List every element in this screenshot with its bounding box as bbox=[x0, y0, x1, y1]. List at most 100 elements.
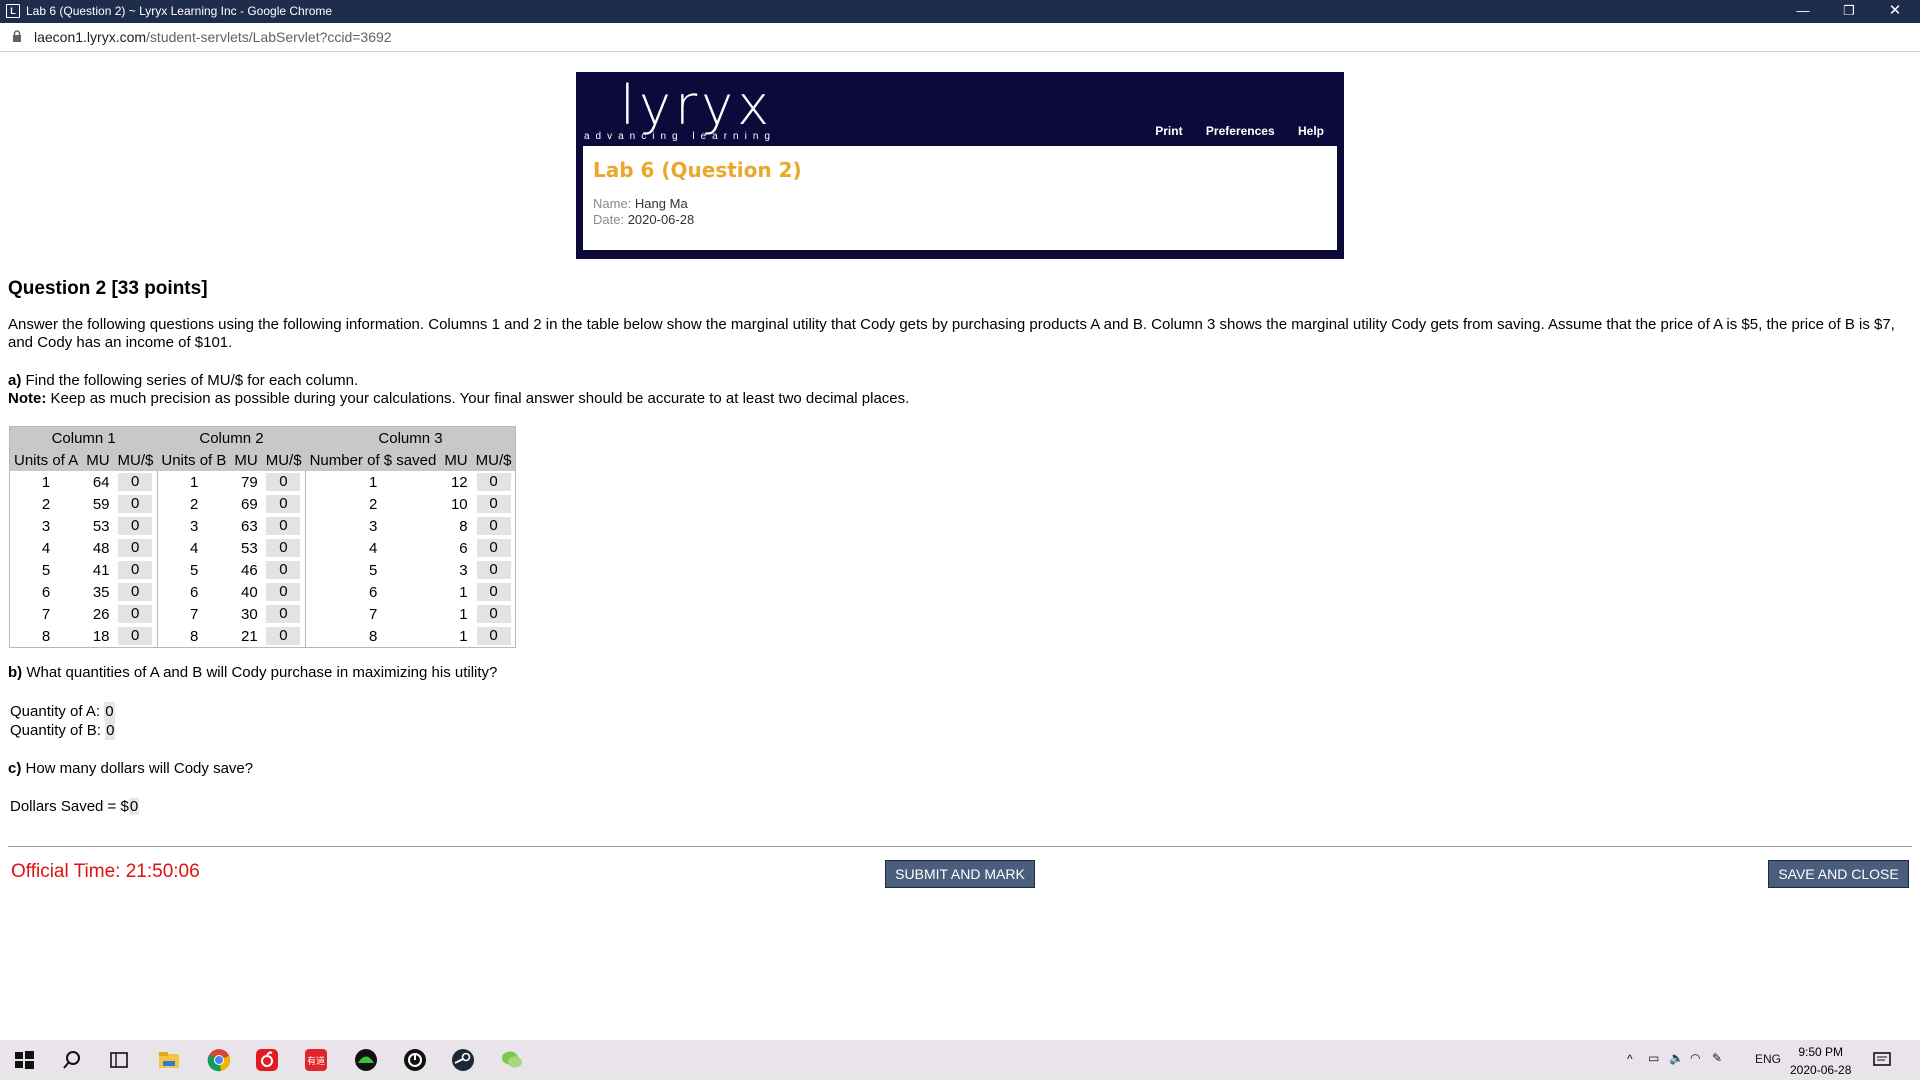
file-explorer-icon[interactable] bbox=[157, 1048, 181, 1072]
mu-per-dollar-cell: 0 bbox=[472, 559, 516, 581]
steam-icon[interactable] bbox=[451, 1048, 475, 1072]
chevron-up-icon[interactable]: ^ bbox=[1627, 1052, 1633, 1066]
table-row: 2 59 0 2 69 0 2 10 0 bbox=[10, 493, 516, 515]
mu-per-dollar-cell: 0 bbox=[262, 493, 306, 515]
mu-per-dollar-cell: 0 bbox=[262, 603, 306, 625]
language-indicator[interactable]: ENG bbox=[1755, 1052, 1781, 1066]
netease-music-icon[interactable] bbox=[255, 1048, 279, 1072]
save-and-close-button[interactable]: SAVE AND CLOSE bbox=[1768, 860, 1909, 888]
mu-per-dollar-cell: 0 bbox=[114, 559, 158, 581]
pen-icon[interactable]: ✎ bbox=[1712, 1051, 1722, 1065]
submit-and-mark-button[interactable]: SUBMIT AND MARK bbox=[885, 860, 1035, 888]
preferences-link[interactable]: Preferences bbox=[1206, 124, 1275, 138]
mu-per-dollar-cell: 0 bbox=[262, 581, 306, 603]
battery-icon[interactable]: ▭ bbox=[1648, 1051, 1659, 1065]
mu-per-dollar-input[interactable]: 0 bbox=[476, 561, 511, 579]
search-icon[interactable] bbox=[60, 1048, 84, 1072]
task-view-icon[interactable] bbox=[107, 1048, 131, 1072]
mu-per-dollar-input[interactable]: 0 bbox=[476, 605, 511, 623]
mu-cell: 3 bbox=[459, 561, 468, 579]
units-cell: 6 bbox=[41, 583, 51, 601]
mu-per-dollar-input[interactable]: 0 bbox=[476, 627, 511, 645]
mu-per-dollar-input[interactable]: 0 bbox=[118, 517, 153, 535]
mu-per-dollar-input[interactable]: 0 bbox=[476, 583, 511, 601]
mu-per-dollar-cell: 0 bbox=[472, 581, 516, 603]
mu-per-dollar-input[interactable]: 0 bbox=[118, 495, 153, 513]
restore-button[interactable]: ❐ bbox=[1826, 0, 1872, 23]
part-c-label: c) bbox=[8, 760, 22, 777]
mu-per-dollar-input[interactable]: 0 bbox=[266, 627, 301, 645]
mu-per-dollar-input[interactable]: 0 bbox=[118, 473, 153, 491]
mu-cell: 8 bbox=[459, 517, 468, 535]
volume-icon[interactable]: 🔈 bbox=[1669, 1051, 1684, 1065]
mu-per-dollar-input[interactable]: 0 bbox=[476, 517, 511, 535]
header-links: Print Preferences Help bbox=[1135, 124, 1324, 138]
mu-per-dollar-input[interactable]: 0 bbox=[266, 539, 301, 557]
mu-cell: 69 bbox=[241, 495, 258, 513]
print-link[interactable]: Print bbox=[1155, 124, 1182, 138]
mu-per-dollar-cell: 0 bbox=[262, 515, 306, 537]
windows-start-icon[interactable] bbox=[12, 1048, 36, 1072]
mu-per-dollar-input[interactable]: 0 bbox=[118, 605, 153, 623]
system-clock[interactable]: 9:50 PM 2020-06-28 bbox=[1790, 1043, 1851, 1079]
quantity-a-input[interactable]: 0 bbox=[104, 702, 115, 721]
lock-icon bbox=[13, 30, 21, 42]
units-cell: 4 bbox=[41, 539, 51, 557]
chrome-icon[interactable] bbox=[207, 1048, 231, 1072]
clock-date: 2020-06-28 bbox=[1790, 1063, 1852, 1077]
mu-cell: 40 bbox=[241, 583, 258, 601]
windows-taskbar: 有道 ^ ▭ 🔈 ◠ ✎ ENG 9:50 PM 2020-06-28 bbox=[0, 1040, 1920, 1080]
mu-per-dollar-input[interactable]: 0 bbox=[476, 495, 511, 513]
units-cell: 3 bbox=[41, 517, 51, 535]
close-window-button[interactable]: ✕ bbox=[1872, 0, 1918, 23]
mu-per-dollar-input[interactable]: 0 bbox=[266, 473, 301, 491]
units-cell: 2 bbox=[305, 493, 441, 515]
url-host: laecon1.lyryx.com bbox=[34, 29, 147, 45]
mu-per-dollar-cell: 0 bbox=[472, 471, 516, 493]
mu-cell: 1 bbox=[459, 583, 468, 601]
part-a-text: Find the following series of MU/$ for ea… bbox=[21, 372, 359, 389]
mu-per-dollar-input[interactable]: 0 bbox=[266, 517, 301, 535]
mu-per-dollar-input[interactable]: 0 bbox=[266, 561, 301, 579]
part-c-text: How many dollars will Cody save? bbox=[21, 760, 254, 777]
table-row: 1 64 0 1 79 0 1 12 0 bbox=[10, 471, 516, 493]
quantity-b-label: Quantity of B: bbox=[10, 722, 101, 739]
wifi-icon[interactable]: ◠ bbox=[1690, 1051, 1700, 1065]
wechat-icon[interactable] bbox=[500, 1048, 524, 1072]
notification-icon[interactable] bbox=[1872, 1050, 1892, 1070]
help-link[interactable]: Help bbox=[1298, 124, 1324, 138]
header-mu-per-dollar: MU/$ bbox=[261, 449, 306, 471]
mu-per-dollar-input[interactable]: 0 bbox=[266, 605, 301, 623]
mu-per-dollar-cell: 0 bbox=[262, 471, 306, 493]
lyryx-logo: lyryx bbox=[620, 74, 774, 137]
mu-per-dollar-input[interactable]: 0 bbox=[118, 561, 153, 579]
iqiyi-icon[interactable] bbox=[354, 1048, 378, 1072]
mu-cell: 1 bbox=[459, 605, 468, 623]
url-text[interactable]: laecon1.lyryx.com/student-servlets/LabSe… bbox=[34, 29, 392, 45]
youdao-icon[interactable]: 有道 bbox=[304, 1048, 328, 1072]
mu-per-dollar-input[interactable]: 0 bbox=[476, 539, 511, 557]
dollars-saved-label: Dollars Saved = $ bbox=[10, 798, 129, 815]
mu-per-dollar-cell: 0 bbox=[114, 625, 158, 648]
mu-cell: 53 bbox=[241, 539, 258, 557]
table-row: 5 41 0 5 46 0 5 3 0 bbox=[10, 559, 516, 581]
quantity-b-input[interactable]: 0 bbox=[105, 721, 116, 740]
mu-per-dollar-cell: 0 bbox=[114, 515, 158, 537]
uplay-icon[interactable] bbox=[403, 1048, 427, 1072]
mu-cell: 48 bbox=[92, 539, 110, 557]
header-mu-per-dollar: MU/$ bbox=[113, 449, 158, 471]
mu-per-dollar-cell: 0 bbox=[114, 537, 158, 559]
window-titlebar: L Lab 6 (Question 2) ~ Lyryx Learning In… bbox=[0, 0, 1920, 23]
mu-per-dollar-input[interactable]: 0 bbox=[118, 627, 153, 645]
mu-per-dollar-input[interactable]: 0 bbox=[476, 473, 511, 491]
mu-per-dollar-input[interactable]: 0 bbox=[266, 583, 301, 601]
mu-table: Column 1 Column 2 Column 3 Units of A MU… bbox=[9, 426, 517, 648]
address-bar[interactable]: laecon1.lyryx.com/student-servlets/LabSe… bbox=[0, 23, 1920, 52]
mu-per-dollar-input[interactable]: 0 bbox=[118, 583, 153, 601]
dollars-saved-input[interactable]: 0 bbox=[128, 798, 140, 815]
mu-per-dollar-input[interactable]: 0 bbox=[118, 539, 153, 557]
units-cell: 7 bbox=[156, 603, 231, 625]
mu-per-dollar-input[interactable]: 0 bbox=[266, 495, 301, 513]
minimize-button[interactable]: — bbox=[1780, 0, 1826, 23]
question-intro: Answer the following questions using the… bbox=[8, 316, 1895, 351]
